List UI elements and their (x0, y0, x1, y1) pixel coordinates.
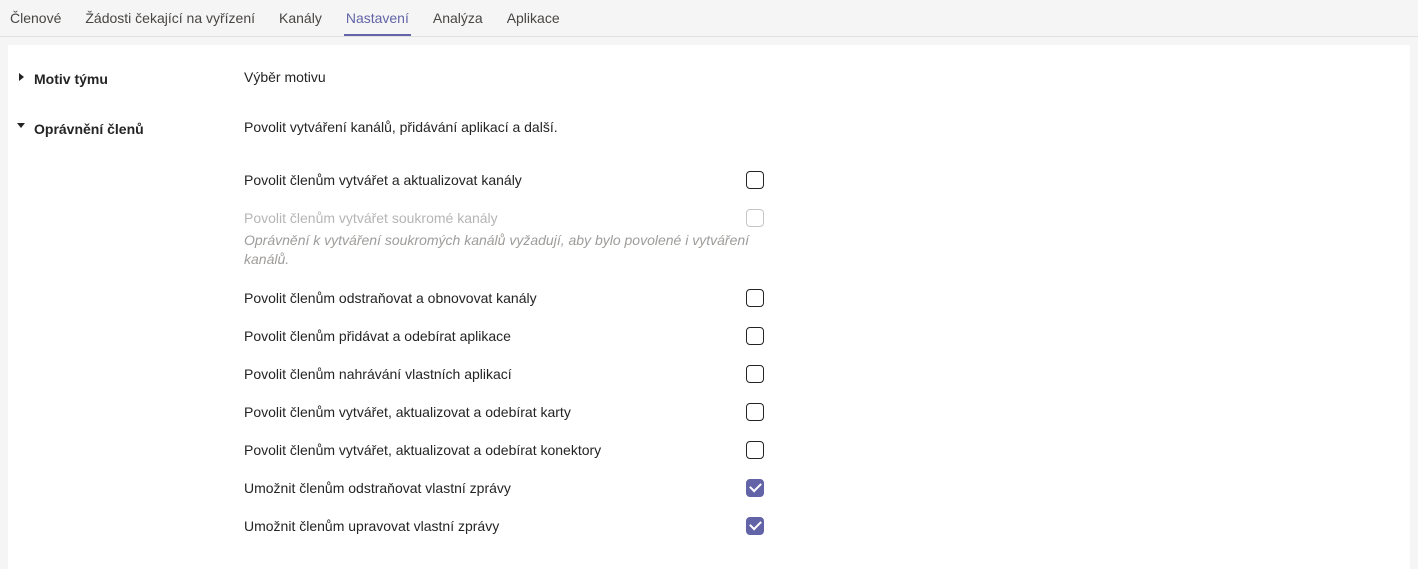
option-create-private-channels: Povolit členům vytvářet soukromé kanály (244, 199, 764, 231)
option-label: Povolit členům odstraňovat a obnovovat k… (244, 290, 746, 306)
caret-right-icon (19, 73, 24, 81)
section-desc-theme: Výběr motivu (244, 69, 1390, 85)
checkbox-manage-tabs[interactable] (746, 403, 764, 421)
option-delete-restore-channels: Povolit členům odstraňovat a obnovovat k… (244, 279, 764, 317)
option-label: Povolit členům vytvářet soukromé kanály (244, 210, 746, 226)
section-title-theme: Motiv týmu (34, 69, 244, 87)
checkbox-upload-custom-apps[interactable] (746, 365, 764, 383)
tab-pending-requests[interactable]: Žádosti čekající na vyřízení (83, 4, 257, 36)
option-label: Povolit členům vytvářet a aktualizovat k… (244, 172, 746, 188)
tab-settings[interactable]: Nastavení (344, 4, 411, 36)
expander-member-permissions[interactable] (8, 119, 34, 128)
option-label: Umožnit členům odstraňovat vlastní zpráv… (244, 480, 746, 496)
tab-analytics[interactable]: Analýza (431, 4, 485, 36)
option-help-private-channels: Oprávnění k vytváření soukromých kanálů … (244, 231, 754, 269)
option-label: Povolit členům přidávat a odebírat aplik… (244, 328, 746, 344)
option-delete-own-messages: Umožnit členům odstraňovat vlastní zpráv… (244, 469, 764, 507)
section-desc-permissions: Povolit vytváření kanálů, přidávání apli… (244, 119, 1390, 135)
tab-apps[interactable]: Aplikace (505, 4, 562, 36)
option-create-update-channels: Povolit členům vytvářet a aktualizovat k… (244, 161, 764, 199)
expander-team-theme[interactable] (8, 69, 34, 81)
checkbox-create-update-channels[interactable] (746, 171, 764, 189)
option-manage-tabs: Povolit členům vytvářet, aktualizovat a … (244, 393, 764, 431)
checkbox-delete-restore-channels[interactable] (746, 289, 764, 307)
tab-channels[interactable]: Kanály (277, 4, 324, 36)
option-label: Povolit členům vytvářet, aktualizovat a … (244, 442, 746, 458)
option-add-remove-apps: Povolit členům přidávat a odebírat aplik… (244, 317, 764, 355)
checkbox-add-remove-apps[interactable] (746, 327, 764, 345)
option-edit-own-messages: Umožnit členům upravovat vlastní zprávy (244, 507, 764, 545)
checkbox-manage-connectors[interactable] (746, 441, 764, 459)
option-label: Povolit členům vytvářet, aktualizovat a … (244, 404, 746, 420)
section-member-permissions: Oprávnění členů Povolit vytváření kanálů… (8, 113, 1410, 551)
section-title-permissions: Oprávnění členů (34, 119, 244, 137)
checkbox-delete-own-messages[interactable] (746, 479, 764, 497)
option-label: Povolit členům nahrávání vlastních aplik… (244, 366, 746, 382)
section-team-theme: Motiv týmu Výběr motivu (8, 63, 1410, 93)
checkbox-create-private-channels (746, 209, 764, 227)
settings-panel: Motiv týmu Výběr motivu Oprávnění členů … (8, 45, 1410, 569)
checkbox-edit-own-messages[interactable] (746, 517, 764, 535)
tab-bar: Členové Žádosti čekající na vyřízení Kan… (0, 0, 1418, 37)
option-upload-custom-apps: Povolit členům nahrávání vlastních aplik… (244, 355, 764, 393)
option-label: Umožnit členům upravovat vlastní zprávy (244, 518, 746, 534)
option-manage-connectors: Povolit členům vytvářet, aktualizovat a … (244, 431, 764, 469)
caret-down-icon (17, 123, 25, 128)
tab-members[interactable]: Členové (8, 4, 63, 36)
